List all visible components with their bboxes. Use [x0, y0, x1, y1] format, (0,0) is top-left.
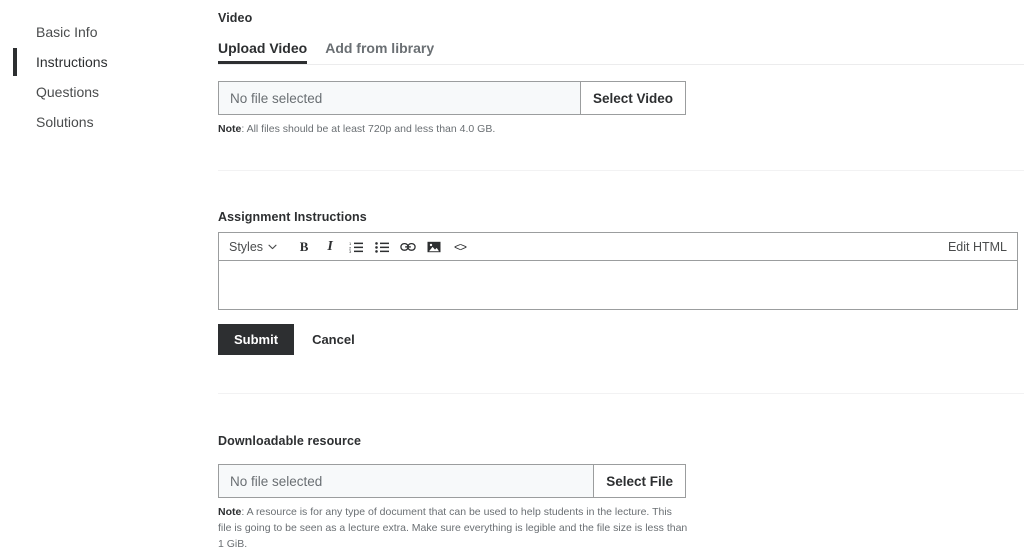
video-file-name-text: No file selected — [230, 90, 323, 106]
video-section: Video Upload Video Add from library No f… — [218, 11, 1024, 138]
ordered-list-icon[interactable]: 1 2 3 — [343, 236, 369, 258]
chevron-down-icon — [268, 240, 277, 253]
video-section-label: Video — [218, 11, 253, 25]
sidebar-item-solutions[interactable]: Solutions — [0, 107, 200, 137]
edit-html-label: Edit HTML — [947, 239, 1007, 254]
form-actions: Submit Cancel — [218, 324, 1024, 355]
select-file-button-label: Select File — [606, 473, 673, 489]
italic-label: I — [327, 238, 333, 254]
resource-file-picker: No file selected Select File — [218, 464, 686, 498]
sidebar-item-basic-info[interactable]: Basic Info — [0, 17, 200, 47]
instructions-section-label: Assignment Instructions — [218, 210, 367, 224]
video-note-prefix: Note — [218, 123, 242, 135]
sidebar-item-label: Solutions — [36, 114, 94, 130]
sidebar-item-label: Instructions — [36, 54, 108, 70]
downloadable-resource-section: Downloadable resource No file selected S… — [218, 434, 1024, 552]
resource-file-name-text: No file selected — [230, 473, 323, 489]
resource-section-label: Downloadable resource — [218, 434, 362, 448]
video-file-name[interactable]: No file selected — [219, 82, 581, 114]
sidebar-item-instructions[interactable]: Instructions — [0, 47, 200, 77]
resource-note: Note: A resource is for any type of docu… — [218, 505, 688, 552]
sidebar-item-questions[interactable]: Questions — [0, 77, 200, 107]
video-source-tabs: Upload Video Add from library — [218, 35, 1024, 65]
unordered-list-icon[interactable] — [369, 236, 395, 258]
code-label: <> — [454, 239, 467, 254]
video-file-picker: No file selected Select Video — [218, 81, 686, 115]
editor-content-area[interactable] — [219, 261, 1017, 309]
cancel-button[interactable]: Cancel — [306, 331, 361, 348]
active-indicator-bar — [13, 48, 17, 76]
link-icon[interactable] — [395, 236, 421, 258]
select-file-button[interactable]: Select File — [594, 465, 685, 497]
sidebar-item-label: Questions — [36, 84, 100, 100]
course-section-sidebar: Basic Info Instructions Questions Soluti… — [0, 0, 200, 531]
submit-button[interactable]: Submit — [218, 324, 295, 355]
image-icon[interactable] — [421, 236, 447, 258]
tab-upload-video[interactable]: Upload Video — [218, 40, 307, 64]
tab-label: Add from library — [325, 40, 435, 56]
bold-icon[interactable]: B — [291, 236, 317, 258]
bold-label: B — [299, 238, 309, 254]
tab-add-from-library[interactable]: Add from library — [325, 40, 434, 64]
video-note: Note: All files should be at least 720p … — [218, 122, 688, 138]
code-icon[interactable]: <> — [447, 236, 473, 258]
italic-icon[interactable]: I — [317, 236, 343, 258]
divider-instructions — [218, 393, 1024, 394]
rich-text-editor: Styles B I 1 2 3 <> Edit HTML — [218, 232, 1018, 310]
resource-file-name[interactable]: No file selected — [219, 465, 595, 497]
divider-video — [218, 170, 1024, 171]
styles-dropdown[interactable]: Styles — [229, 240, 277, 254]
edit-html-button[interactable]: Edit HTML — [948, 240, 1009, 254]
resource-note-text: : A resource is for any type of document… — [218, 506, 688, 550]
resource-note-prefix: Note — [218, 506, 242, 518]
video-note-text: : All files should be at least 720p and … — [241, 123, 496, 135]
styles-dropdown-label: Styles — [229, 239, 264, 254]
editor-toolbar: Styles B I 1 2 3 <> Edit HTML — [219, 233, 1017, 261]
sidebar-item-label: Basic Info — [36, 24, 98, 40]
svg-text:3: 3 — [349, 249, 352, 253]
main-content: Video Upload Video Add from library No f… — [200, 0, 1024, 550]
select-video-button[interactable]: Select Video — [580, 82, 685, 114]
tab-label: Upload Video — [218, 40, 308, 56]
select-video-button-label: Select Video — [592, 90, 673, 106]
assignment-instructions-section: Assignment Instructions Styles B I 1 2 3… — [218, 210, 1024, 355]
